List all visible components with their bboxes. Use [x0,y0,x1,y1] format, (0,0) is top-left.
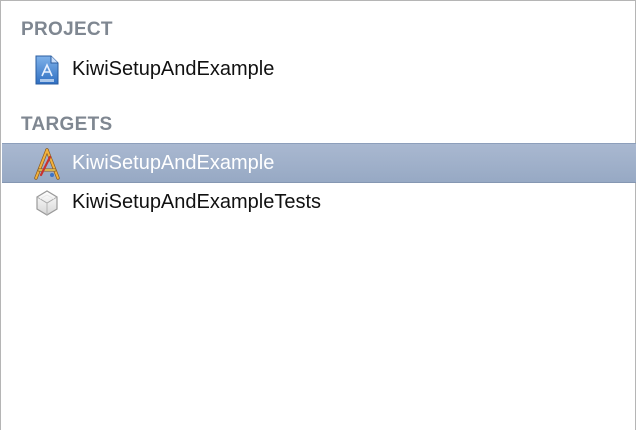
target-item-app[interactable]: KiwiSetupAndExample [2,143,636,183]
project-item-label: KiwiSetupAndExample [72,58,275,80]
targets-section-header: TARGETS [21,114,113,135]
target-item-tests-label: KiwiSetupAndExampleTests [72,191,322,213]
project-section-header: PROJECT [21,19,113,40]
project-item[interactable]: KiwiSetupAndExample [2,50,636,90]
test-bundle-icon [32,187,62,219]
app-target-icon [32,148,62,180]
target-item-app-label: KiwiSetupAndExample [72,152,275,174]
project-navigator-panel: PROJECT KiwiSetupAndExample TARGETS Kiwi… [0,0,636,430]
xcode-project-file-icon [32,54,62,86]
target-item-tests[interactable]: KiwiSetupAndExampleTests [2,183,636,223]
